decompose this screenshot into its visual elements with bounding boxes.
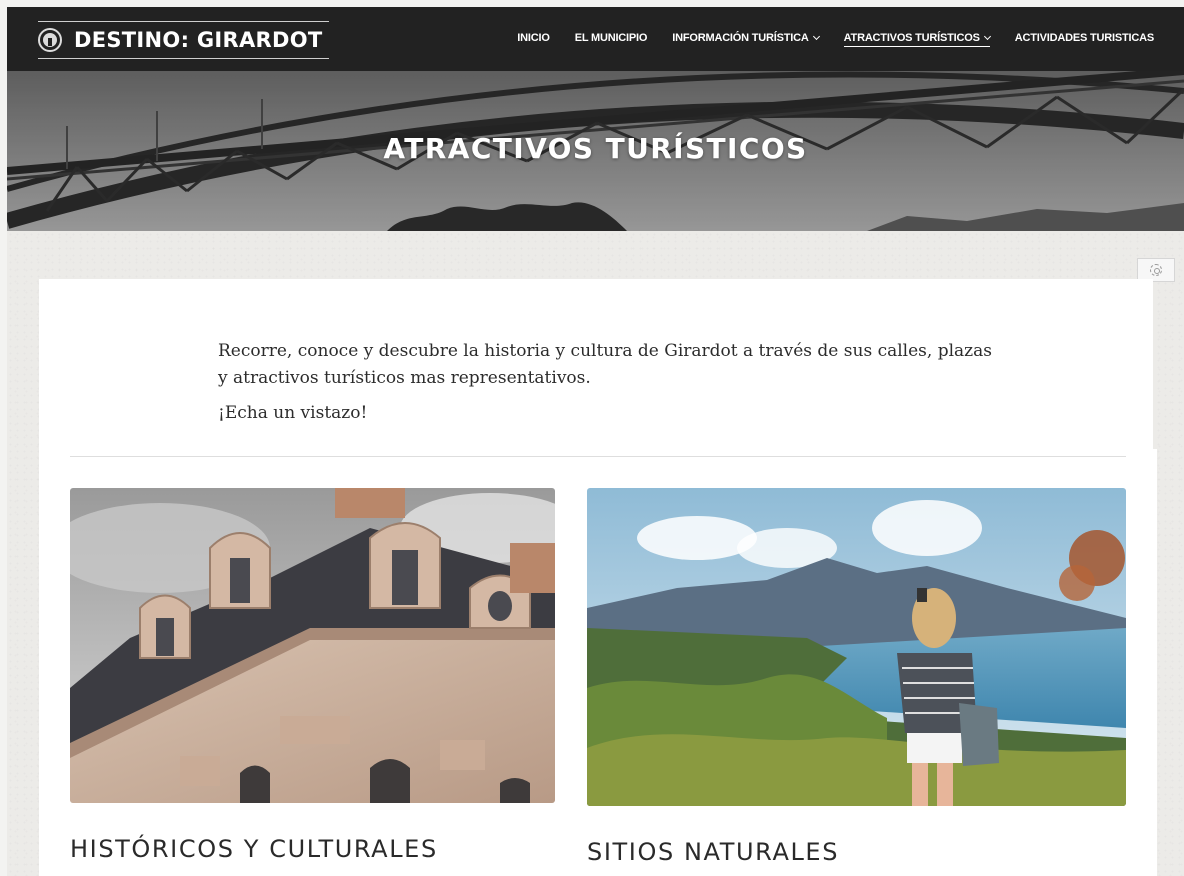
divider [70, 456, 1126, 457]
chevron-down-icon [983, 32, 991, 40]
emblem-icon [38, 28, 62, 52]
intro-paragraph: Recorre, conoce y descubre la historia y… [218, 341, 992, 388]
menu-item-inicio[interactable]: INICIO [517, 32, 550, 46]
menu-item-label: INICIO [517, 32, 550, 44]
category-title-historicos[interactable]: HISTÓRICOS Y CULTURALES [70, 835, 438, 863]
menu-item-label: INFORMACIÓN TURÍSTICA [672, 32, 809, 44]
menu-item-label: EL MUNICIPIO [574, 32, 648, 44]
intro-text: Recorre, conoce y descubre la historia y… [218, 338, 998, 427]
site-logo[interactable]: DESTINO: GIRARDOT [38, 21, 329, 59]
menu-item-atractivos-turisticos[interactable]: ATRACTIVOS TURÍSTICOS [843, 31, 991, 47]
main-menu: INICIO EL MUNICIPIO INFORMACIÓN TURÍSTIC… [492, 7, 1154, 71]
intro-callout: ¡Echa un vistazo! [218, 403, 368, 423]
page-title: ATRACTIVOS TURÍSTICOS [383, 132, 808, 165]
site-title: DESTINO: GIRARDOT [74, 28, 323, 52]
nature-landscape-photo[interactable] [587, 488, 1126, 806]
menu-item-actividades-turisticas[interactable]: ACTIVIDADES TURISTICAS [1015, 32, 1154, 46]
hero-banner: ATRACTIVOS TURÍSTICOS [7, 71, 1184, 231]
menu-item-label: ATRACTIVOS TURÍSTICOS [843, 31, 980, 44]
menu-item-label: ACTIVIDADES TURISTICAS [1014, 32, 1154, 44]
historic-building-photo[interactable] [70, 488, 555, 803]
gear-icon [1150, 264, 1162, 276]
category-title-naturales[interactable]: SITIOS NATURALES [587, 838, 839, 866]
menu-item-informacion-turistica[interactable]: INFORMACIÓN TURÍSTICA [672, 32, 820, 46]
menu-item-el-municipio[interactable]: EL MUNICIPIO [575, 32, 648, 46]
chevron-down-icon [812, 32, 820, 41]
top-navbar: DESTINO: GIRARDOT INICIO EL MUNICIPIO IN… [7, 7, 1184, 71]
